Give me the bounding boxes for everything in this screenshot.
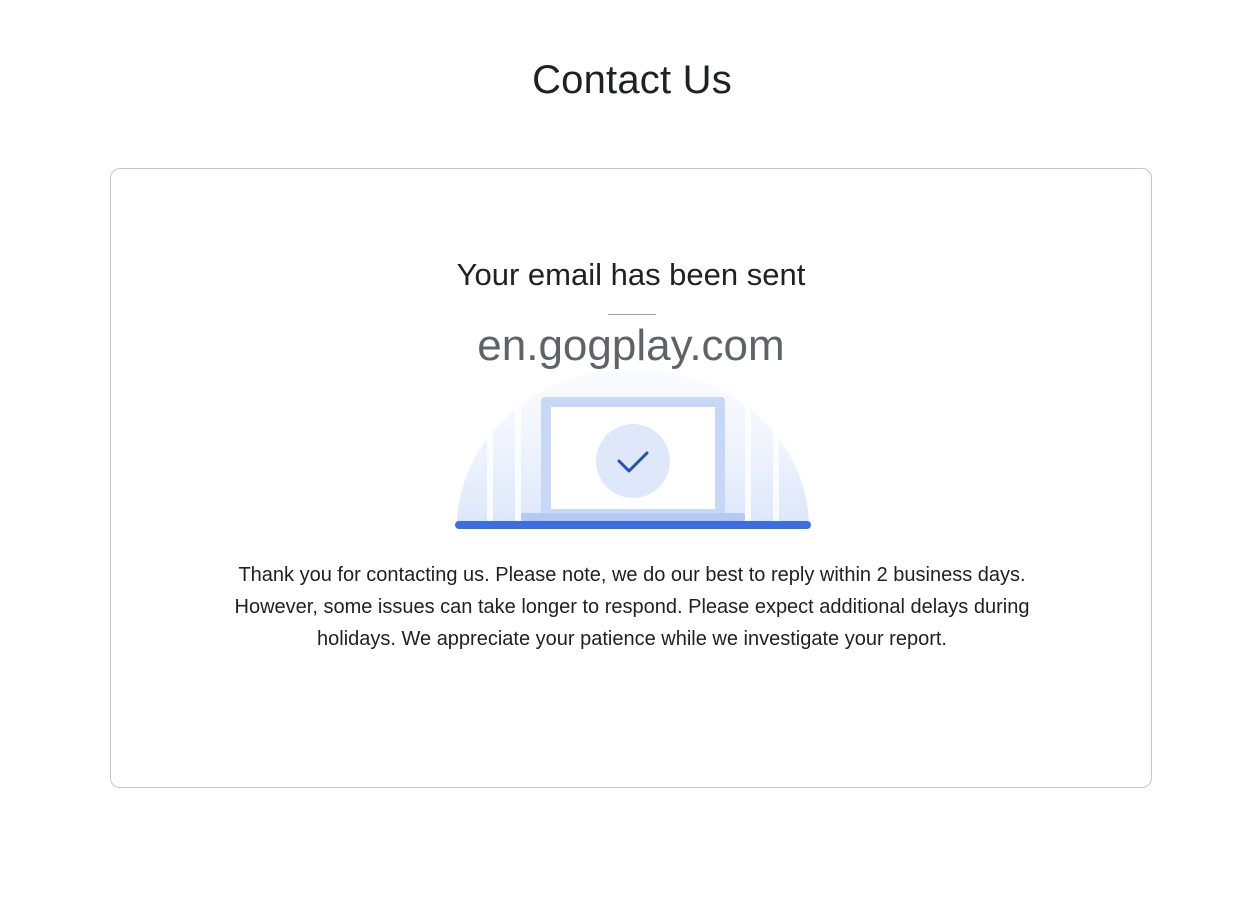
- site-domain: en.gogplay.com: [477, 321, 785, 370]
- confirmation-heading: Your email has been sent: [456, 257, 806, 292]
- divider: [608, 314, 656, 315]
- confirmation-card: Your email has been sent en.gogplay.com …: [110, 168, 1152, 788]
- laptop-base: [521, 513, 745, 521]
- ground-line: [455, 521, 811, 529]
- confirmation-message: Thank you for contacting us. Please note…: [234, 564, 1030, 650]
- page-title: Contact Us: [532, 58, 732, 102]
- check-circle: [596, 424, 670, 498]
- laptop-success-illustration: [455, 369, 811, 529]
